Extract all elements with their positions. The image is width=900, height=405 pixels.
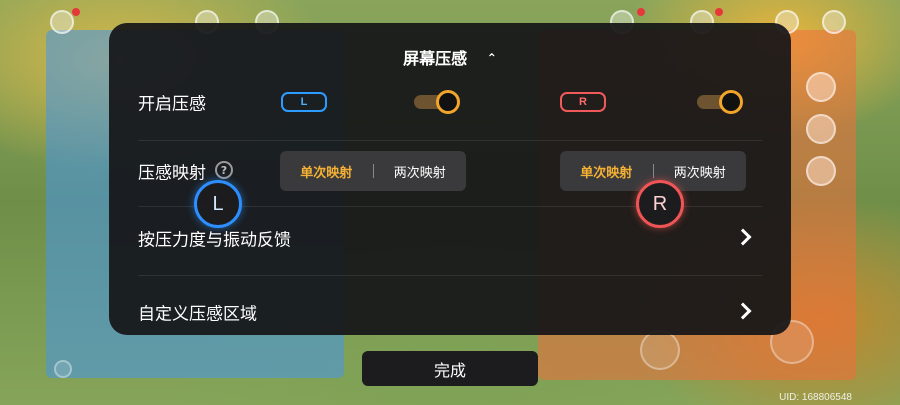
left-mapping-single[interactable]: 单次映射: [280, 162, 373, 181]
party-avatar-3: [806, 156, 836, 186]
chevron-up-icon[interactable]: ⌃: [487, 51, 497, 65]
right-mapping-double[interactable]: 两次映射: [654, 162, 747, 181]
party-avatar-1: [806, 72, 836, 102]
left-joystick-marker[interactable]: L: [194, 180, 242, 228]
toggle-knob: [436, 90, 460, 114]
toggle-knob: [719, 90, 743, 114]
right-side-badge: R: [560, 92, 606, 112]
row-divider: [138, 140, 762, 141]
chevron-right-icon: [734, 302, 752, 320]
hud-menu-icon: [822, 10, 846, 34]
party-avatar-2: [806, 114, 836, 144]
pressure-mapping-label: 压感映射: [138, 163, 206, 184]
question-circle-icon[interactable]: ?: [215, 161, 233, 179]
row-divider: [138, 275, 762, 276]
uid-label: UID: 168806548: [779, 392, 852, 403]
custom-region-label: 自定义压感区域: [138, 304, 257, 325]
notification-dot: [637, 8, 645, 16]
left-side-badge: L: [281, 92, 327, 112]
chat-icon: [54, 360, 72, 378]
skill-button-icon: [640, 330, 680, 370]
notification-dot: [72, 8, 80, 16]
panel-title[interactable]: 屏幕压感 ⌃: [109, 45, 791, 69]
left-mapping-selector: 单次映射 两次映射: [280, 151, 466, 191]
chevron-right-icon: [734, 228, 752, 246]
panel-title-text: 屏幕压感: [403, 49, 468, 68]
hud-map-icon: [50, 10, 74, 34]
left-pressure-toggle[interactable]: [414, 90, 460, 114]
right-joystick-marker[interactable]: R: [636, 180, 684, 228]
right-pressure-toggle[interactable]: [697, 90, 743, 114]
done-button[interactable]: 完成: [362, 351, 538, 386]
pressure-settings-panel: 屏幕压感 ⌃ 开启压感 L R 压感映射 ? 单次映射 两次映射 单次映射 两次…: [109, 23, 791, 335]
left-mapping-double[interactable]: 两次映射: [374, 162, 467, 181]
enable-pressure-label: 开启压感: [138, 94, 206, 115]
force-feedback-label: 按压力度与振动反馈: [138, 230, 291, 251]
notification-dot: [715, 8, 723, 16]
right-mapping-single[interactable]: 单次映射: [560, 162, 653, 181]
